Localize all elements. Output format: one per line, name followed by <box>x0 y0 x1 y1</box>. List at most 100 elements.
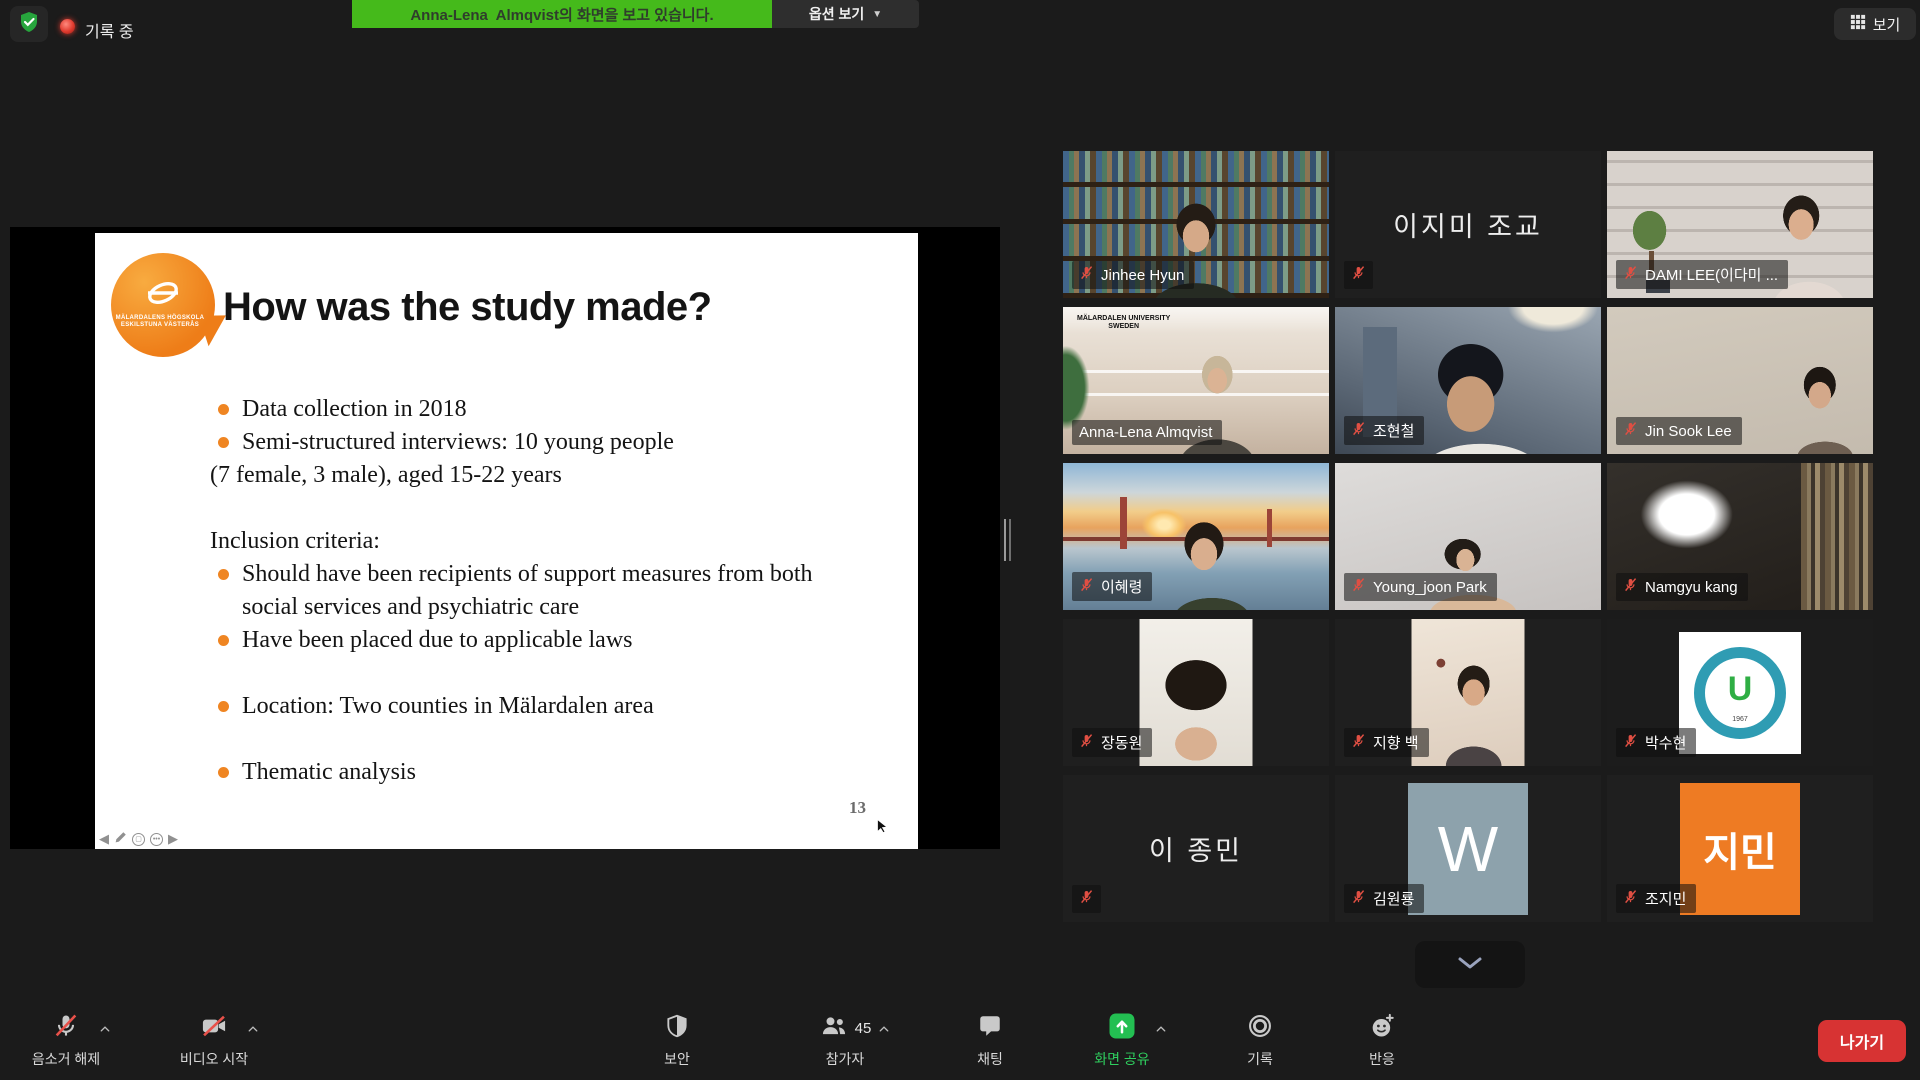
toolbar-security-button[interactable]: 보안 <box>617 1012 737 1069</box>
toolbar-chat-label: 채팅 <box>977 1049 1003 1069</box>
grid-view-icon <box>1850 14 1866 34</box>
slide-bullet-text: Should have been recipients of support m… <box>242 558 846 624</box>
toolbar-chat-button[interactable]: 채팅 <box>930 1012 1050 1069</box>
slide-bullet-row: Data collection in 2018 <box>218 393 846 426</box>
muted-mic-icon <box>1351 577 1366 597</box>
slide-bullet-row: (7 female, 3 male), aged 15-22 years <box>210 459 846 492</box>
toolbar-icon-row <box>977 1012 1003 1044</box>
mic-muted-icon <box>52 1012 80 1045</box>
participant-tile[interactable]: Jin Sook Lee <box>1607 307 1873 454</box>
participant-name: 이혜령 <box>1101 576 1142 597</box>
view-options-button[interactable]: 옵션 보기 ▼ <box>772 0 919 28</box>
toolbar-reactions-button[interactable]: 반응 <box>1322 1012 1442 1069</box>
avatar-text: 지민 <box>1703 820 1777 878</box>
participant-tile[interactable]: Young_joon Park <box>1335 463 1601 610</box>
record-icon <box>1246 1012 1274 1045</box>
participant-tile[interactable]: Namgyu kang <box>1607 463 1873 610</box>
slide-bullet-row: Semi-structured interviews: 10 young peo… <box>218 426 846 459</box>
participant-tile[interactable]: 지향 백 <box>1335 619 1601 766</box>
toolbar-icon-row <box>1246 1012 1274 1044</box>
association-logo-letter: U <box>1705 658 1775 720</box>
participant-nameplate: 장동원 <box>1072 728 1152 757</box>
slide-bullet-text: Semi-structured interviews: 10 young peo… <box>242 426 674 459</box>
participant-tile[interactable]: MÄLARDALEN UNIVERSITY SWEDENAnna-Lena Al… <box>1063 307 1329 454</box>
association-logo: U1967 <box>1679 632 1801 754</box>
participant-nameplate: 조현철 <box>1344 416 1424 445</box>
slide-bullet-row: Thematic analysis <box>218 756 846 789</box>
cursor-icon <box>875 818 890 840</box>
toolbar-record-label: 기록 <box>1247 1049 1273 1069</box>
chevron-up-icon[interactable] <box>246 1022 260 1040</box>
participants-icon <box>819 1012 849 1045</box>
participant-tile[interactable]: 조현철 <box>1335 307 1601 454</box>
toolbar-icon-row <box>52 1012 80 1044</box>
collapse-gallery-button[interactable] <box>1415 941 1525 988</box>
muted-mic-icon <box>1351 889 1366 909</box>
participant-tile[interactable]: Jinhee Hyun <box>1063 151 1329 298</box>
participant-tile[interactable]: 이혜령 <box>1063 463 1329 610</box>
slide-bullet-row: Location: Two counties in Mälardalen are… <box>218 690 846 723</box>
camera-muted-icon <box>199 1012 229 1045</box>
participant-tile[interactable]: 지민조지민 <box>1607 775 1873 922</box>
toolbar-mic-button[interactable]: 음소거 해제 <box>6 1012 126 1069</box>
participant-tile[interactable]: W 김원룡 <box>1335 775 1601 922</box>
participant-name: Jin Sook Lee <box>1645 423 1732 440</box>
leave-button[interactable]: 나가기 <box>1818 1020 1906 1062</box>
presentation-controls: ◀ ▢ ••• ▶ <box>99 831 178 847</box>
participant-nameplate: 조지민 <box>1616 884 1696 913</box>
participant-tile[interactable]: 장동원 <box>1063 619 1329 766</box>
shared-screen-area: MÄLARDALENS HÖGSKOLA ESKILSTUNA VÄSTERÅS… <box>10 227 1000 849</box>
panel-resize-handle[interactable] <box>1004 519 1014 561</box>
slide-bullet-text: Have been placed due to applicable laws <box>242 624 633 657</box>
viewing-screen-banner: Anna-Lena Almqvist의 화면을 보고 있습니다. <box>352 0 772 28</box>
bullet-dot-icon <box>218 635 229 646</box>
participant-tile[interactable]: DAMI LEE(이다미 ... <box>1607 151 1873 298</box>
participant-name: Anna-Lena Almqvist <box>1079 424 1212 441</box>
participant-name: DAMI LEE(이다미 ... <box>1645 264 1778 285</box>
toolbar-record-button[interactable]: 기록 <box>1200 1012 1320 1069</box>
muted-mic-icon <box>1623 889 1638 909</box>
participant-name: Young_joon Park <box>1373 579 1487 596</box>
participant-tile[interactable]: 이지미 조교 <box>1335 151 1601 298</box>
participant-tile[interactable]: U1967박수현 <box>1607 619 1873 766</box>
slide-bullet-list: Data collection in 2018Semi-structured i… <box>218 393 846 789</box>
toolbar-participants-button[interactable]: 45참가자 <box>785 1012 905 1069</box>
participant-nameplate: Jinhee Hyun <box>1072 261 1194 289</box>
participant-nameplate: 김원룡 <box>1344 884 1424 913</box>
participant-nameplate: Anna-Lena Almqvist <box>1072 420 1222 445</box>
chat-icon <box>977 1012 1003 1045</box>
slide-bullet-text: Location: Two counties in Mälardalen are… <box>242 690 654 723</box>
muted-mic-icon <box>1079 577 1094 597</box>
participant-nameplate: Young_joon Park <box>1344 573 1497 601</box>
chevron-up-icon[interactable] <box>877 1022 891 1040</box>
participant-name: 김원룡 <box>1373 888 1414 909</box>
recording-label: 기록 중 <box>85 18 134 42</box>
meeting-toolbar: 나가기 음소거 해제 비디오 시작보안 45참가자채팅 화면 공유기록 반응 <box>0 1004 1920 1080</box>
pen-icon <box>114 831 127 847</box>
bullet-dot-icon <box>218 767 229 778</box>
security-shield-button[interactable] <box>10 6 48 42</box>
participant-tile[interactable]: 이 종민 <box>1063 775 1329 922</box>
slide-bullet-text: Inclusion criteria: <box>210 525 380 558</box>
participant-nameplate <box>1344 261 1373 289</box>
association-logo-year: 1967 <box>1705 716 1775 723</box>
muted-mic-icon <box>1623 421 1638 441</box>
toolbar-share-button[interactable]: 화면 공유 <box>1062 1012 1182 1069</box>
chevron-up-icon[interactable] <box>98 1022 112 1040</box>
reactions-icon <box>1368 1012 1396 1045</box>
muted-mic-icon <box>1623 265 1638 285</box>
view-layout-button[interactable]: 보기 <box>1834 8 1916 40</box>
participant-nameplate: 지향 백 <box>1344 728 1429 757</box>
toolbar-security-label: 보안 <box>664 1049 690 1069</box>
participant-nameplate: Namgyu kang <box>1616 573 1748 601</box>
slide-bullet-row: Should have been recipients of support m… <box>218 558 846 624</box>
chevron-up-icon[interactable] <box>1154 1022 1168 1040</box>
avatar-text: W <box>1438 812 1498 886</box>
toolbar-video-button[interactable]: 비디오 시작 <box>154 1012 274 1069</box>
slide-bullet-text: Thematic analysis <box>242 756 416 789</box>
participants-count: 45 <box>855 1020 872 1037</box>
options-label: 옵션 보기 <box>809 4 864 24</box>
participant-nameplate: DAMI LEE(이다미 ... <box>1616 260 1788 289</box>
share-screen-icon <box>1107 1011 1137 1046</box>
slide-panel-icon: ▢ <box>132 833 145 846</box>
